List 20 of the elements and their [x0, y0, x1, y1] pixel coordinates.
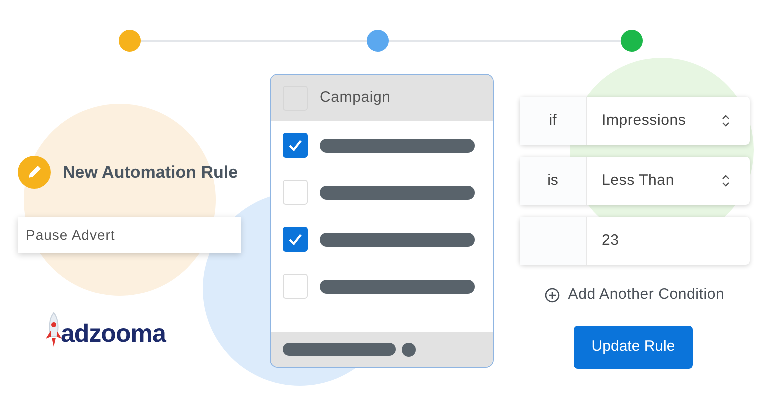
select-field[interactable]: Impressions	[587, 97, 750, 145]
pencil-icon	[18, 156, 51, 189]
add-condition-link[interactable]: Add Another Condition	[545, 284, 725, 306]
update-rule-button[interactable]: Update Rule	[574, 326, 693, 369]
sort-caret-icon	[722, 175, 730, 187]
plus-circle-icon	[545, 288, 560, 303]
checkbox[interactable]	[283, 227, 308, 252]
checkbox[interactable]	[283, 180, 308, 205]
condition-label-cell: is	[520, 157, 587, 205]
checkbox[interactable]	[283, 133, 308, 158]
condition-label-cell: if	[520, 97, 587, 145]
checkbox[interactable]	[283, 274, 308, 299]
dot-icon	[402, 342, 416, 356]
value-field[interactable]: 23	[587, 217, 750, 265]
rule-title: New Automation Rule	[63, 162, 238, 184]
sort-caret-icon	[722, 115, 730, 127]
logo-text: adzooma	[61, 322, 166, 347]
select-field[interactable]: Less Than	[587, 157, 750, 205]
column-header: Campaign	[320, 88, 391, 108]
rule-name-field[interactable]: Pause Advert	[18, 217, 241, 253]
